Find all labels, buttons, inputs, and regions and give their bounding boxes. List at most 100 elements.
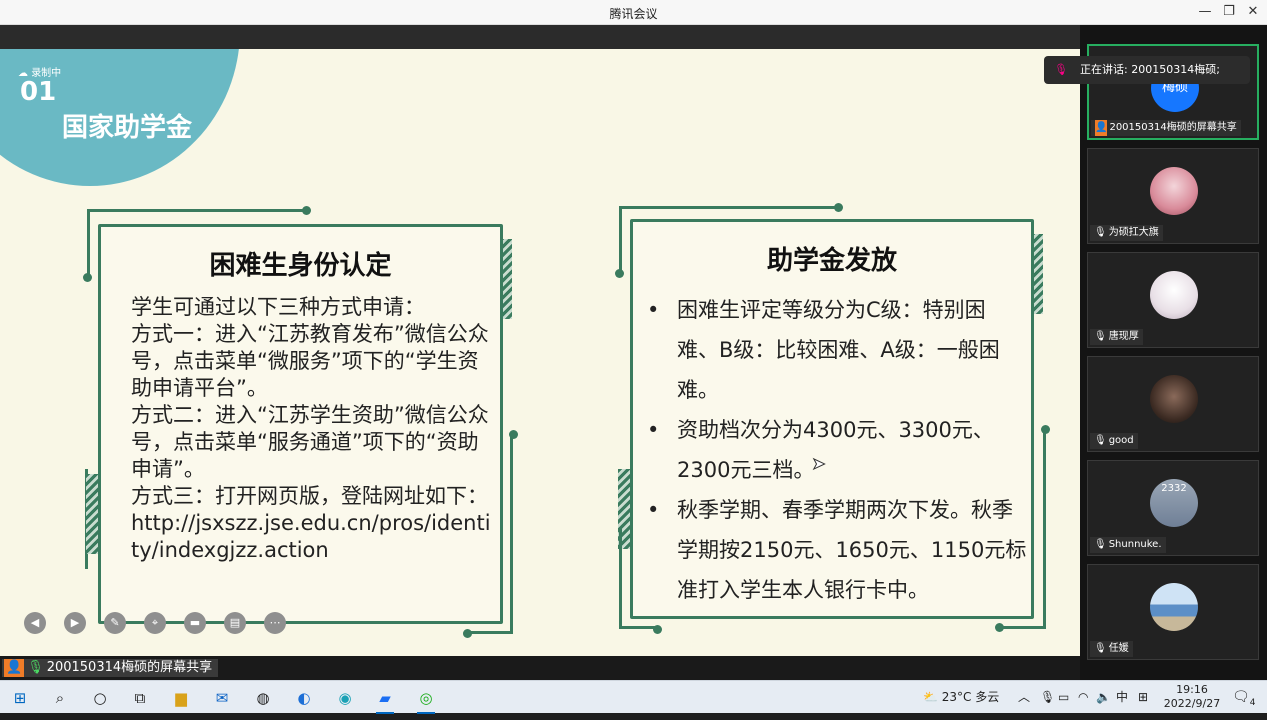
mic-icon: 🎙 (27, 660, 44, 675)
clock-date: 2022/9/27 (1163, 697, 1221, 710)
frame-dot (1041, 425, 1050, 434)
participant-name-text: good (1108, 435, 1134, 446)
frame-dot (834, 203, 843, 212)
window-title: 腾讯会议 (609, 7, 658, 21)
ime-mode-icon[interactable]: ⊞ (1138, 681, 1148, 714)
file-explorer-icon[interactable]: ▆ (166, 685, 196, 711)
wifi-icon[interactable]: ◠ (1078, 681, 1088, 714)
mouse-pointer-icon: ➤ (811, 454, 826, 474)
avatar (1150, 583, 1198, 631)
mic-muted-icon: 🎙 (1094, 643, 1107, 654)
weather-icon: ⛅ (923, 690, 938, 704)
task-view-icon[interactable]: ⧉ (125, 685, 155, 711)
title-bar: 腾讯会议 — ❐ ✕ (0, 0, 1267, 25)
participant-tile[interactable]: 🎙 为硕扛大旗 (1087, 148, 1259, 244)
weather[interactable]: ⛅ 23°C 多云 (923, 681, 999, 714)
pen-icon[interactable]: ✎ (104, 612, 126, 634)
camera-icon[interactable]: ▬ (184, 612, 206, 634)
frame-dot (302, 206, 311, 215)
notification-count: 4 (1249, 697, 1256, 708)
slide-controls: ◀ ▶ ✎ ⌖ ▬ ▤ ⋯ (24, 612, 286, 634)
frame-dot (653, 625, 662, 634)
user-icon: 👤 (4, 659, 25, 677)
avatar: 2332 (1150, 479, 1198, 527)
participant-name: 👤 200150314梅硕的屏幕共享 (1091, 120, 1241, 136)
weather-text: 23°C 多云 (941, 690, 1000, 704)
participant-name-text: 唐现厚 (1108, 331, 1139, 342)
mic-muted-icon: 🎙 (1094, 539, 1107, 550)
mail-icon[interactable]: ✉ (207, 685, 237, 711)
participant-name: 🎙 唐现厚 (1090, 329, 1143, 345)
share-label-text: 200150314梅硕的屏幕共享 (46, 660, 213, 675)
grant-bullets: 困难生评定等级分为C级：特别困难、B级：比较困难、A级：一般困难。 资助档次分为… (647, 290, 1027, 610)
windows-start-icon[interactable]: ⊞ (5, 685, 35, 711)
section-number: 01 (20, 77, 57, 107)
participant-name-text: 任媛 (1108, 643, 1129, 654)
zoom-icon[interactable]: ⌖ (144, 612, 166, 634)
identity-card-body: 学生可通过以下三种方式申请： 方式一：进入“江苏教育发布”微信公众号，点击菜单“… (131, 295, 491, 562)
battery-icon[interactable]: ▭ (1058, 681, 1069, 714)
clock-time: 19:16 (1176, 683, 1208, 696)
avatar (1150, 167, 1198, 215)
user-icon: 👤 (1095, 120, 1108, 136)
subtitle-icon[interactable]: ▤ (224, 612, 246, 634)
clock[interactable]: 19:16 2022/9/27 (1160, 683, 1224, 711)
participant-tile[interactable]: 🎙 任媛 (1087, 564, 1259, 660)
grant-bullet: 秋季学期、春季学期两次下发。秋季学期按2150元、1650元、1150元标准打入… (647, 490, 1027, 610)
mic-muted-icon: 🎙 (1094, 331, 1107, 342)
speaking-indicator: 🎙 正在讲话: 200150314梅硕; (1044, 56, 1250, 84)
avatar (1150, 375, 1198, 423)
mic-icon: 🎙 (1054, 63, 1068, 76)
frame-dot (509, 430, 518, 439)
close-button[interactable]: ✕ (1241, 3, 1265, 21)
more-icon[interactable]: ⋯ (264, 612, 286, 634)
tray-chevron-icon[interactable]: ︿ (1018, 681, 1030, 714)
grant-bullet: 困难生评定等级分为C级：特别困难、B级：比较困难、A级：一般困难。 (647, 290, 1027, 410)
participant-name-text: Shunnuke. (1108, 539, 1162, 550)
participant-name: 🎙 good (1090, 433, 1138, 449)
participant-tile[interactable]: 🎙 唐现厚 (1087, 252, 1259, 348)
frame-dot (995, 623, 1004, 632)
frame-stripe (86, 474, 98, 554)
participant-tile[interactable]: 2332 🎙 Shunnuke. (1087, 460, 1259, 556)
ime-indicator[interactable]: 中 (1116, 681, 1128, 714)
minimize-button[interactable]: — (1193, 3, 1217, 21)
search-icon[interactable]: ⌕ (45, 685, 75, 711)
mic-muted-icon: 🎙 (1094, 227, 1107, 238)
tray-mic-icon[interactable]: 🎙 (1040, 681, 1055, 714)
identity-card: 困难生身份认定 学生可通过以下三种方式申请： 方式一：进入“江苏教育发布”微信公… (98, 224, 503, 624)
shared-slide: ☁ 录制中 01 国家助学金 困难生身份认定 学生可通过以下三种方式申请： 方式… (0, 49, 1080, 656)
share-top-bar (0, 25, 1080, 49)
previous-icon[interactable]: ◀ (24, 612, 46, 634)
frame-dot (83, 273, 92, 282)
share-label: 👤 🎙 200150314梅硕的屏幕共享 (2, 659, 219, 677)
wechat-icon[interactable]: ◎ (411, 685, 441, 714)
section-title: 国家助学金 (62, 113, 193, 143)
sogou-browser-icon[interactable]: ◐ (289, 685, 319, 711)
share-bottom-bar: 👤 🎙 200150314梅硕的屏幕共享 (0, 656, 1080, 680)
grant-bullet: 资助档次分为4300元、3300元、2300元三档。 (647, 410, 1027, 490)
grant-card: 助学金发放 困难生评定等级分为C级：特别困难、B级：比较困难、A级：一般困难。 … (630, 219, 1034, 619)
participant-name: 🎙 Shunnuke. (1090, 537, 1166, 553)
grant-card-title: 助学金发放 (766, 246, 897, 276)
participant-tile[interactable]: 🎙 good (1087, 356, 1259, 452)
taskbar: ⊞ ⌕ ○ ⧉ ▆ ✉ ◍ ◐ ◉ ▰ ◎ ⛅ 23°C 多云 ︿ 🎙 ▭ ◠ … (0, 680, 1267, 714)
volume-icon[interactable]: 🔈 (1096, 681, 1111, 714)
mic-muted-icon: 🎙 (1094, 435, 1107, 446)
frame-dot (463, 629, 472, 638)
notification-icon[interactable]: 🗨4 (1232, 681, 1256, 720)
participant-name-text: 为硕扛大旗 (1108, 227, 1159, 238)
participant-name: 🎙 任媛 (1090, 641, 1133, 657)
identity-card-title: 困难生身份认定 (209, 251, 392, 281)
frame-dot (615, 269, 624, 278)
participant-name-text: 200150314梅硕的屏幕共享 (1109, 122, 1237, 133)
next-icon[interactable]: ▶ (64, 612, 86, 634)
participant-name: 🎙 为硕扛大旗 (1090, 225, 1163, 241)
cortana-icon[interactable]: ○ (85, 685, 115, 711)
restore-button[interactable]: ❐ (1217, 3, 1241, 21)
avatar (1150, 271, 1198, 319)
dell-icon[interactable]: ◍ (248, 685, 278, 711)
tencent-meeting-icon[interactable]: ▰ (370, 685, 400, 714)
speaking-text: 正在讲话: 200150314梅硕; (1080, 63, 1220, 76)
edge-icon[interactable]: ◉ (330, 685, 360, 711)
